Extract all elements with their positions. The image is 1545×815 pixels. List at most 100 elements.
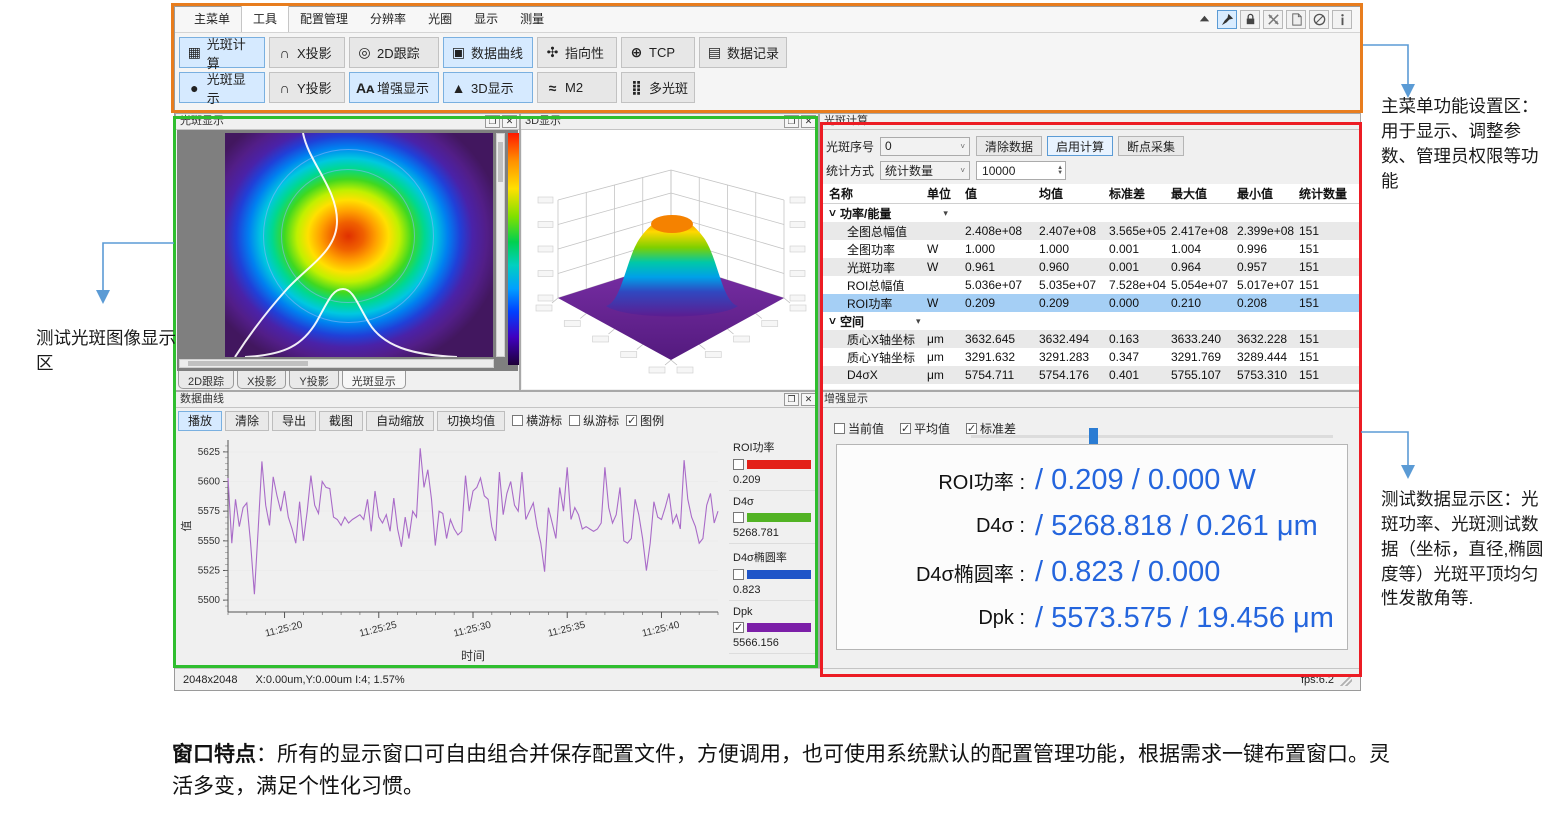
toolbar-button-Y投影[interactable]: ∩Y投影: [269, 72, 345, 103]
curve-button-截图[interactable]: 截图: [319, 411, 363, 431]
lock-icon[interactable]: [1240, 10, 1260, 29]
menu-tab-分辨率[interactable]: 分辨率: [359, 6, 417, 32]
collapse-up-icon[interactable]: [1194, 10, 1214, 29]
toolbar-button-光斑显示[interactable]: ●光斑显示: [179, 72, 265, 103]
menu-tab-主菜单[interactable]: 主菜单: [183, 6, 241, 32]
group-dropdown-icon[interactable]: ▾: [943, 208, 948, 219]
stat-mode-select[interactable]: 统计数量 ˅: [880, 161, 970, 180]
stat-count-spinner[interactable]: 10000 ▲▼: [976, 161, 1066, 180]
cell-单位: μm: [925, 350, 963, 364]
cut-icon[interactable]: [1263, 10, 1283, 29]
beam-seq-select[interactable]: 0 ˅: [880, 137, 970, 156]
enhanced-checkbox-当前值[interactable]: 当前值: [834, 420, 884, 437]
curve-checkbox-横游标[interactable]: 横游标: [512, 412, 562, 429]
toolbar-button-M2[interactable]: ≈M2: [537, 72, 617, 103]
menu-tab-测量[interactable]: 测量: [509, 6, 555, 32]
trend-line-chart[interactable]: 55005525555055755600562511:25:2011:25:25…: [178, 432, 728, 668]
info-icon[interactable]: [1332, 10, 1352, 29]
toolbar-button-光斑计算[interactable]: ▦光斑计算: [179, 37, 265, 68]
data-curve-panel: 数据曲线 ❐ ✕ 播放清除导出截图自动缩放切换均值横游标纵游标图例 550055…: [175, 391, 819, 669]
beam-2d-image[interactable]: [225, 133, 493, 357]
menu-tab-工具[interactable]: 工具: [241, 5, 289, 32]
table-row-质心Y轴坐标[interactable]: 质心Y轴坐标μm3291.6323291.2830.3473291.769328…: [821, 348, 1359, 366]
surface-3d-plot[interactable]: [522, 130, 817, 389]
checkbox-当前值[interactable]: [834, 423, 845, 434]
legend-checkbox-D4σ椭圆率[interactable]: [733, 569, 744, 580]
cell-最大值: 3633.240: [1169, 332, 1235, 346]
beam-tab-光斑显示[interactable]: 光斑显示: [342, 371, 406, 389]
curve-button-清除[interactable]: 清除: [225, 411, 269, 431]
legend-checkbox-ROI功率[interactable]: [733, 459, 744, 470]
float-panel-icon[interactable]: ❐: [784, 115, 799, 128]
table-row-全图功率[interactable]: 全图功率W1.0001.0000.0011.0040.996151: [821, 240, 1359, 258]
float-panel-icon[interactable]: ❐: [485, 115, 500, 128]
curve-button-导出[interactable]: 导出: [272, 411, 316, 431]
toolbar-button-多光斑[interactable]: ⣿多光斑: [621, 72, 695, 103]
curve-button-自动缩放[interactable]: 自动缩放: [366, 411, 434, 431]
readout-row: D4σ :/ 5268.818 / 0.261 μm: [837, 503, 1347, 549]
stat-mode-label: 统计方式: [826, 162, 874, 179]
toolbar-button-指向性[interactable]: ✣指向性: [537, 37, 617, 68]
table-group-row-功率/能量[interactable]: ˅功率/能量▾: [821, 204, 1359, 222]
toolbar-button-2D跟踪[interactable]: ◎2D跟踪: [349, 37, 439, 68]
legend-label: ROI功率: [733, 439, 811, 455]
resize-grip[interactable]: [1340, 674, 1352, 686]
cell-名称: ROI功率: [821, 295, 925, 312]
document-icon[interactable]: [1286, 10, 1306, 29]
calc-button-清除数据[interactable]: 清除数据: [976, 136, 1042, 156]
toolbar-button-TCP[interactable]: ⊕TCP: [621, 37, 695, 68]
table-row-ROI功率[interactable]: ROI功率W0.2090.2090.0000.2100.208151: [821, 294, 1359, 312]
checkbox-图例[interactable]: [626, 415, 637, 426]
toolbar-button-3D显示[interactable]: ▲3D显示: [443, 72, 533, 103]
status-bar: 2048x2048 X:0.00um,Y:0.00um I:4; 1.57% f…: [175, 668, 1360, 690]
help-icon[interactable]: [1309, 10, 1329, 29]
table-row-D4σX[interactable]: D4σXμm5754.7115754.1760.4015755.1075753.…: [821, 366, 1359, 384]
table-group-row-空间[interactable]: ˅空间▾: [821, 312, 1359, 330]
close-panel-icon[interactable]: ✕: [502, 115, 517, 128]
toolbar-button-数据曲线[interactable]: ▣数据曲线: [443, 37, 533, 68]
calculator-icon: ▦: [186, 44, 203, 61]
calculator-label: 光斑计算: [207, 34, 258, 72]
font-size-slider[interactable]: [971, 428, 1333, 445]
table-row-质心X轴坐标[interactable]: 质心X轴坐标μm3632.6453632.4940.1633633.240363…: [821, 330, 1359, 348]
table-row-ROI总幅值[interactable]: ROI总幅值5.036e+075.035e+077.528e+045.054e+…: [821, 276, 1359, 294]
curve-checkbox-图例[interactable]: 图例: [626, 412, 664, 429]
beam-tab-X投影[interactable]: X投影: [237, 371, 286, 389]
pin-icon[interactable]: [1217, 10, 1237, 29]
vertical-scrollbar[interactable]: [496, 133, 505, 357]
enhanced-readout-box: ROI功率 :/ 0.209 / 0.000 WD4σ :/ 5268.818 …: [836, 444, 1348, 650]
close-panel-icon[interactable]: ✕: [801, 115, 816, 128]
checkbox-平均值[interactable]: [900, 423, 911, 434]
table-row-光斑功率[interactable]: 光斑功率W0.9610.9600.0010.9640.957151: [821, 258, 1359, 276]
toolbar-button-X投影[interactable]: ∩X投影: [269, 37, 345, 68]
menu-tab-光圈[interactable]: 光圈: [417, 6, 463, 32]
group-dropdown-icon[interactable]: ▾: [916, 316, 921, 327]
legend-checkbox-Dpk[interactable]: [733, 622, 744, 633]
legend-label: D4σ: [733, 496, 811, 508]
close-panel-icon[interactable]: ✕: [801, 393, 816, 406]
horizontal-scrollbar[interactable]: [179, 359, 494, 368]
toolbar-button-数据记录[interactable]: ▤数据记录: [699, 37, 787, 68]
checkbox-横游标[interactable]: [512, 415, 523, 426]
beam-tab-2D跟踪[interactable]: 2D跟踪: [178, 371, 234, 389]
curve-button-播放[interactable]: 播放: [178, 411, 222, 431]
toolbar-button-增强显示[interactable]: Aᴀ增强显示: [349, 72, 439, 103]
menu-tab-显示[interactable]: 显示: [463, 6, 509, 32]
beam-display-title-text: 光斑显示: [180, 115, 224, 127]
curve-checkbox-纵游标[interactable]: 纵游标: [569, 412, 619, 429]
menu-tab-配置管理[interactable]: 配置管理: [289, 6, 359, 32]
checkbox-纵游标[interactable]: [569, 415, 580, 426]
toolbar-row-2: ●光斑显示∩Y投影Aᴀ增强显示▲3D显示≈M2⣿多光斑: [179, 72, 1356, 103]
calc-button-断点采集[interactable]: 断点采集: [1118, 136, 1184, 156]
readout-label: Dpk :: [837, 607, 1025, 630]
beam-tab-Y投影[interactable]: Y投影: [289, 371, 338, 389]
legend-checkbox-D4σ[interactable]: [733, 512, 744, 523]
enhanced-checkbox-平均值[interactable]: 平均值: [900, 420, 950, 437]
float-panel-icon[interactable]: ❐: [784, 393, 799, 406]
slider-handle[interactable]: [1089, 428, 1098, 445]
curve-button-切换均值[interactable]: 切换均值: [437, 411, 505, 431]
table-row-全图总幅值[interactable]: 全图总幅值2.408e+082.407e+083.565e+052.417e+0…: [821, 222, 1359, 240]
spinner-arrows-icon[interactable]: ▲▼: [1057, 166, 1063, 176]
column-header-标准差: 标准差: [1107, 185, 1169, 202]
calc-button-启用计算[interactable]: 启用计算: [1047, 136, 1113, 156]
